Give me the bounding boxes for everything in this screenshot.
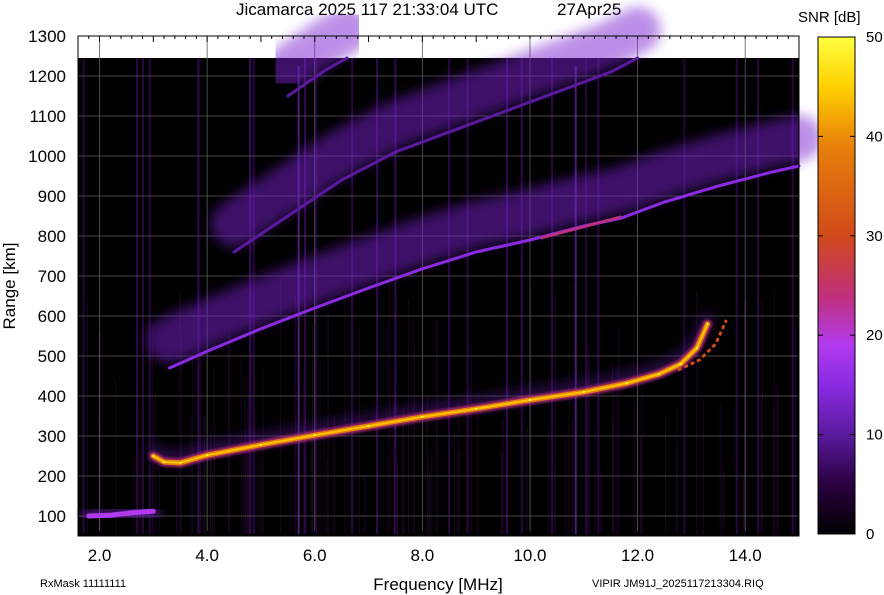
y-tick-label: 1200: [28, 67, 66, 86]
plot-area: [77, 7, 822, 537]
trace-point: [679, 362, 682, 366]
trace-point: [340, 179, 343, 181]
x-tick-label: 8.0: [411, 546, 435, 565]
colorbar: SNR [dB] 0 10 20 30 40 50: [798, 9, 883, 543]
y-tick-label: 1300: [28, 27, 66, 46]
trace-point: [555, 91, 558, 93]
trace-point: [168, 367, 171, 369]
x-tick-label: 2.0: [88, 546, 112, 565]
x-tick-label: 4.0: [195, 546, 219, 565]
y-tick-label: 1100: [29, 107, 66, 126]
colorbar-gradient: [817, 36, 856, 535]
chart-title: Jicamarca 2025 117 21:33:04 UTC: [236, 0, 498, 19]
trace-point: [109, 514, 112, 517]
x-tick-label: 6.0: [303, 546, 327, 565]
trace-point: [717, 185, 720, 187]
trace-point: [448, 131, 451, 133]
trace-point: [313, 434, 316, 437]
trace-point: [346, 57, 348, 59]
rxmask-label: RxMask 11111111: [40, 578, 126, 590]
trace-point: [609, 71, 612, 73]
y-tick-label: 900: [38, 187, 66, 206]
trace-point: [152, 510, 155, 513]
colorbar-tick-label: 30: [866, 228, 883, 245]
trace-point: [130, 511, 133, 514]
trace-point: [367, 287, 370, 289]
colorbar-label: SNR [dB]: [798, 9, 861, 26]
y-axis-ticks: 100 200 300 400 500 600 700 800 900 1000 1100 1200 1…: [28, 27, 66, 526]
plot-top-blank: [78, 36, 799, 58]
trace-point: [205, 454, 209, 457]
trace-point: [582, 390, 585, 394]
file-label: VIPIR JM91J_2025117213304.RIQ: [592, 578, 764, 590]
trace-point: [162, 460, 166, 464]
trace-point: [695, 346, 698, 350]
colorbar-tick-label: 20: [866, 327, 883, 344]
trace-point: [233, 251, 235, 253]
trace-point: [657, 372, 661, 376]
y-tick-label: 500: [38, 347, 66, 366]
trace-point: [313, 307, 316, 309]
ionogram-chart: Jicamarca 2025 117 21:33:04 UTC 27Apr25 …: [0, 0, 883, 594]
trace-point: [394, 151, 397, 153]
trace-point: [206, 350, 209, 353]
y-tick-label: 100: [38, 507, 66, 526]
trace-point: [528, 398, 532, 402]
trace-point: [625, 382, 629, 385]
x-axis-label: Frequency [MHz]: [373, 575, 502, 594]
trace-point: [367, 424, 370, 428]
y-tick-label: 800: [38, 227, 66, 246]
y-tick-label: 600: [38, 307, 66, 326]
trace-point: [474, 407, 478, 410]
trace-point: [706, 322, 709, 326]
y-tick-label: 300: [38, 427, 66, 446]
trace-point: [636, 57, 639, 59]
y-tick-label: 400: [38, 387, 66, 406]
trace-point: [259, 443, 263, 446]
trace-point: [529, 239, 531, 241]
y-tick-label: 1000: [28, 147, 66, 166]
trace-point: [475, 251, 478, 253]
x-tick-label: 10.0: [513, 546, 546, 565]
trace-point: [179, 461, 182, 464]
trace-point: [663, 201, 666, 203]
colorbar-tick-label: 50: [866, 29, 883, 46]
trace-point: [502, 111, 504, 113]
trace-point: [421, 415, 424, 418]
trace-point: [152, 454, 155, 458]
trace-point: [421, 267, 424, 270]
x-tick-label: 14.0: [729, 546, 762, 565]
trace-point: [286, 215, 289, 217]
y-axis-label: Range [km]: [0, 243, 19, 330]
x-tick-label: 12.0: [621, 546, 654, 565]
chart-date: 27Apr25: [557, 0, 621, 19]
trace-point: [324, 69, 327, 71]
trace-point: [87, 515, 90, 517]
y-tick-label: 700: [38, 267, 66, 286]
colorbar-tick-label: 10: [866, 427, 883, 444]
y-tick-label: 200: [38, 467, 66, 486]
colorbar-tick-label: 0: [866, 526, 874, 543]
trace-point: [771, 171, 773, 173]
trace-point: [260, 327, 262, 330]
colorbar-tick-label: 40: [866, 128, 883, 145]
trace-point: [286, 95, 289, 97]
